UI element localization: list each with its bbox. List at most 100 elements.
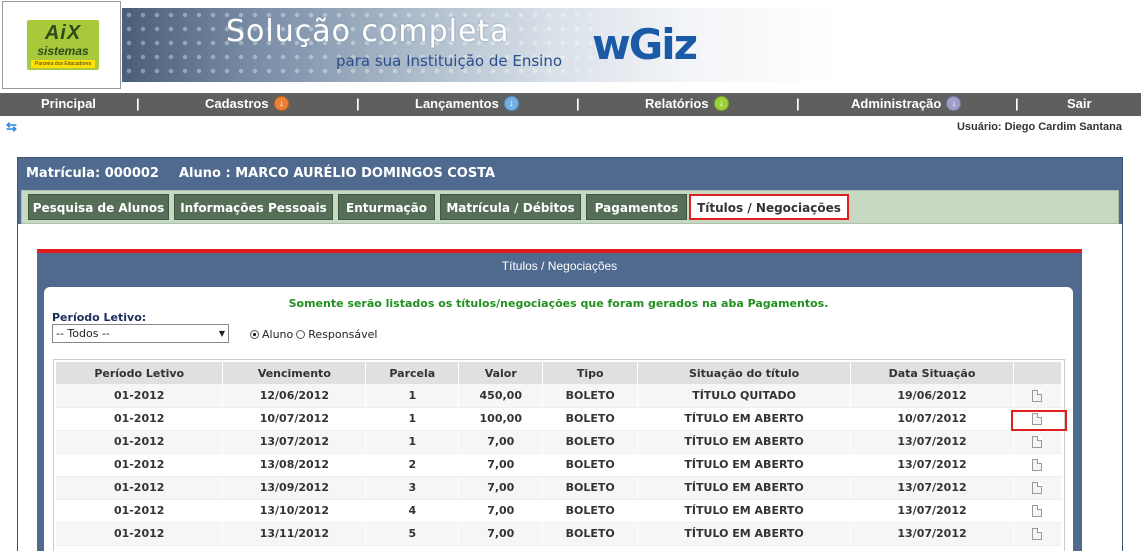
- radio-responsavel[interactable]: [296, 330, 306, 339]
- brand-logo: wGiz: [592, 20, 698, 69]
- cell-action: [1013, 476, 1063, 500]
- radio-aluno[interactable]: [250, 330, 259, 339]
- col-periodo: Período Letivo: [56, 362, 224, 384]
- table-header-row: Período Letivo Vencimento Parcela Valor …: [56, 362, 1063, 384]
- table-row: 01-2012 12/06/2012 1 450,00 BOLETO TÍTULO QUI…: [56, 384, 1063, 408]
- menu-separator: |: [136, 96, 140, 111]
- menu-label: Sair: [1067, 96, 1092, 111]
- menu-item-sair[interactable]: Sair: [1067, 96, 1092, 111]
- blue-arrow-down-icon: ↓: [503, 96, 519, 111]
- period-select-value: -- Todos --: [56, 327, 110, 340]
- cell-action: [1013, 430, 1063, 454]
- menu-item-principal[interactable]: Principal: [41, 96, 96, 111]
- menu-label: Principal: [41, 96, 96, 111]
- tabs-bar: Pesquisa de Alunos Informações Pessoais …: [21, 190, 1119, 224]
- cell-vencimento: 13/11/2012: [222, 522, 367, 546]
- table-row: 01-2012 13/07/2012 1 7,00 BOLETO TÍTULO EM AB…: [56, 430, 1063, 454]
- col-data-situacao: Data Situação: [850, 362, 1014, 384]
- cell-parcela: 5: [365, 522, 460, 546]
- col-vencimento: Vencimento: [222, 362, 367, 384]
- cell-vencimento: 13/07/2012: [222, 430, 367, 454]
- orange-arrow-down-icon: ↓: [273, 96, 289, 111]
- banner-subtitle: para sua Instituição de Ensino: [336, 52, 563, 70]
- notice-text: Somente serão listados os títulos/negoci…: [288, 297, 829, 310]
- cell-action: [1013, 453, 1063, 477]
- cell-data-situacao: 13/07/2012: [850, 453, 1014, 477]
- cell-tipo: BOLETO: [542, 453, 639, 477]
- cell-action: [1013, 522, 1063, 546]
- cell-situacao: TÍTULO EM ABERTO: [637, 453, 852, 477]
- logo-title: AiX: [44, 22, 82, 44]
- cell-periodo: 01-2012: [56, 453, 224, 477]
- menu-separator: |: [356, 96, 360, 111]
- cell-action: [1013, 499, 1063, 523]
- tab-matricula-debitos[interactable]: Matrícula / Débitos: [440, 194, 581, 220]
- cell-vencimento: 13/08/2012: [222, 453, 367, 477]
- green-arrow-down-icon: ↓: [713, 96, 729, 111]
- cell-situacao: TÍTULO EM ABERTO: [637, 476, 852, 500]
- cell-periodo: 01-2012: [56, 522, 224, 546]
- tab-pesquisa-alunos[interactable]: Pesquisa de Alunos: [28, 194, 169, 220]
- radio-aluno-label[interactable]: Aluno: [262, 328, 293, 341]
- cell-situacao: TÍTULO QUITADO: [637, 384, 852, 408]
- document-icon[interactable]: [1032, 505, 1043, 517]
- cell-parcela: 4: [365, 499, 460, 523]
- student-header: Matrícula: 000002 Aluno : MARCO AURÉLIO D…: [26, 166, 495, 181]
- cell-data-situacao: 13/07/2012: [850, 499, 1014, 523]
- table-row: 01-2012 13/09/2012 3 7,00 BOLETO TÍTULO EM AB…: [56, 476, 1063, 500]
- cell-valor: 7,00: [458, 522, 544, 546]
- table-row: 01-2012 10/07/2012 1 100,00 BOLETO TÍTULO EM …: [56, 407, 1063, 431]
- cell-valor: 7,00: [458, 499, 544, 523]
- highlight-box: [1011, 410, 1067, 431]
- cell-parcela: 1: [365, 384, 460, 408]
- expand-collapse-icon[interactable]: ⇆: [6, 120, 30, 134]
- cell-tipo: BOLETO: [542, 384, 639, 408]
- section-title: Títulos / Negociações: [501, 259, 618, 273]
- cell-tipo: BOLETO: [542, 430, 639, 454]
- cell-vencimento: 12/06/2012: [222, 384, 367, 408]
- document-icon[interactable]: [1032, 482, 1043, 494]
- tab-titulos-negociacoes[interactable]: Títulos / Negociações: [689, 194, 849, 220]
- logo-badge: AiX sistemas Parceira dos Educadores: [27, 20, 99, 70]
- menu-label: Relatórios: [645, 96, 709, 111]
- logo[interactable]: AiX sistemas Parceira dos Educadores: [2, 1, 121, 89]
- header: AiX sistemas Parceira dos Educadores Sol…: [0, 0, 1141, 91]
- cell-data-situacao: 10/07/2012: [850, 407, 1014, 431]
- cell-valor: 450,00: [458, 384, 544, 408]
- table-row: 01-2012 13/11/2012 5 7,00 BOLETO TÍTULO EM AB…: [56, 522, 1063, 546]
- menu-item-relatorios[interactable]: Relatórios ↓: [645, 96, 729, 111]
- period-label: Período Letivo:: [52, 311, 147, 324]
- banner-title: Solução completa: [226, 14, 510, 49]
- cell-parcela: 1: [365, 430, 460, 454]
- document-icon[interactable]: [1032, 436, 1043, 448]
- tab-pagamentos[interactable]: Pagamentos: [586, 194, 687, 220]
- document-icon[interactable]: [1032, 389, 1043, 402]
- student-name: Aluno : MARCO AURÉLIO DOMINGOS COSTA: [178, 166, 496, 181]
- menu-separator: |: [576, 96, 580, 111]
- purple-arrow-down-icon: ↓: [946, 96, 962, 111]
- menu-item-lancamentos[interactable]: Lançamentos ↓: [415, 96, 519, 111]
- main-menu: Principal | Cadastros ↓ | Lançamentos ↓ | …: [0, 93, 1141, 116]
- cell-vencimento: 13/10/2012: [222, 499, 367, 523]
- titles-table: Período Letivo Vencimento Parcela Valor …: [56, 362, 1063, 546]
- document-icon[interactable]: [1032, 459, 1043, 471]
- menu-item-administracao[interactable]: Administração ↓: [851, 96, 962, 111]
- menu-label: Cadastros: [205, 96, 269, 111]
- tab-informacoes-pessoais[interactable]: Informações Pessoais: [174, 194, 333, 220]
- table-row: 01-2012 13/08/2012 2 7,00 BOLETO TÍTULO EM AB…: [56, 453, 1063, 477]
- radio-responsavel-label[interactable]: Responsável: [308, 328, 377, 341]
- cell-periodo: 01-2012: [56, 430, 224, 454]
- cell-tipo: BOLETO: [542, 522, 639, 546]
- document-icon[interactable]: [1032, 528, 1043, 540]
- cell-data-situacao: 13/07/2012: [850, 476, 1014, 500]
- logo-tagline: Parceira dos Educadores: [31, 60, 95, 68]
- tab-enturmacao[interactable]: Enturmação: [338, 194, 435, 220]
- filter-radios: Aluno Responsável: [250, 328, 380, 341]
- col-parcela: Parcela: [365, 362, 460, 384]
- period-select[interactable]: -- Todos -- ▼: [52, 324, 229, 343]
- cell-parcela: 1: [365, 407, 460, 431]
- menu-item-cadastros[interactable]: Cadastros ↓: [205, 96, 289, 111]
- cell-periodo: 01-2012: [56, 384, 224, 408]
- cell-valor: 7,00: [458, 453, 544, 477]
- cell-periodo: 01-2012: [56, 407, 224, 431]
